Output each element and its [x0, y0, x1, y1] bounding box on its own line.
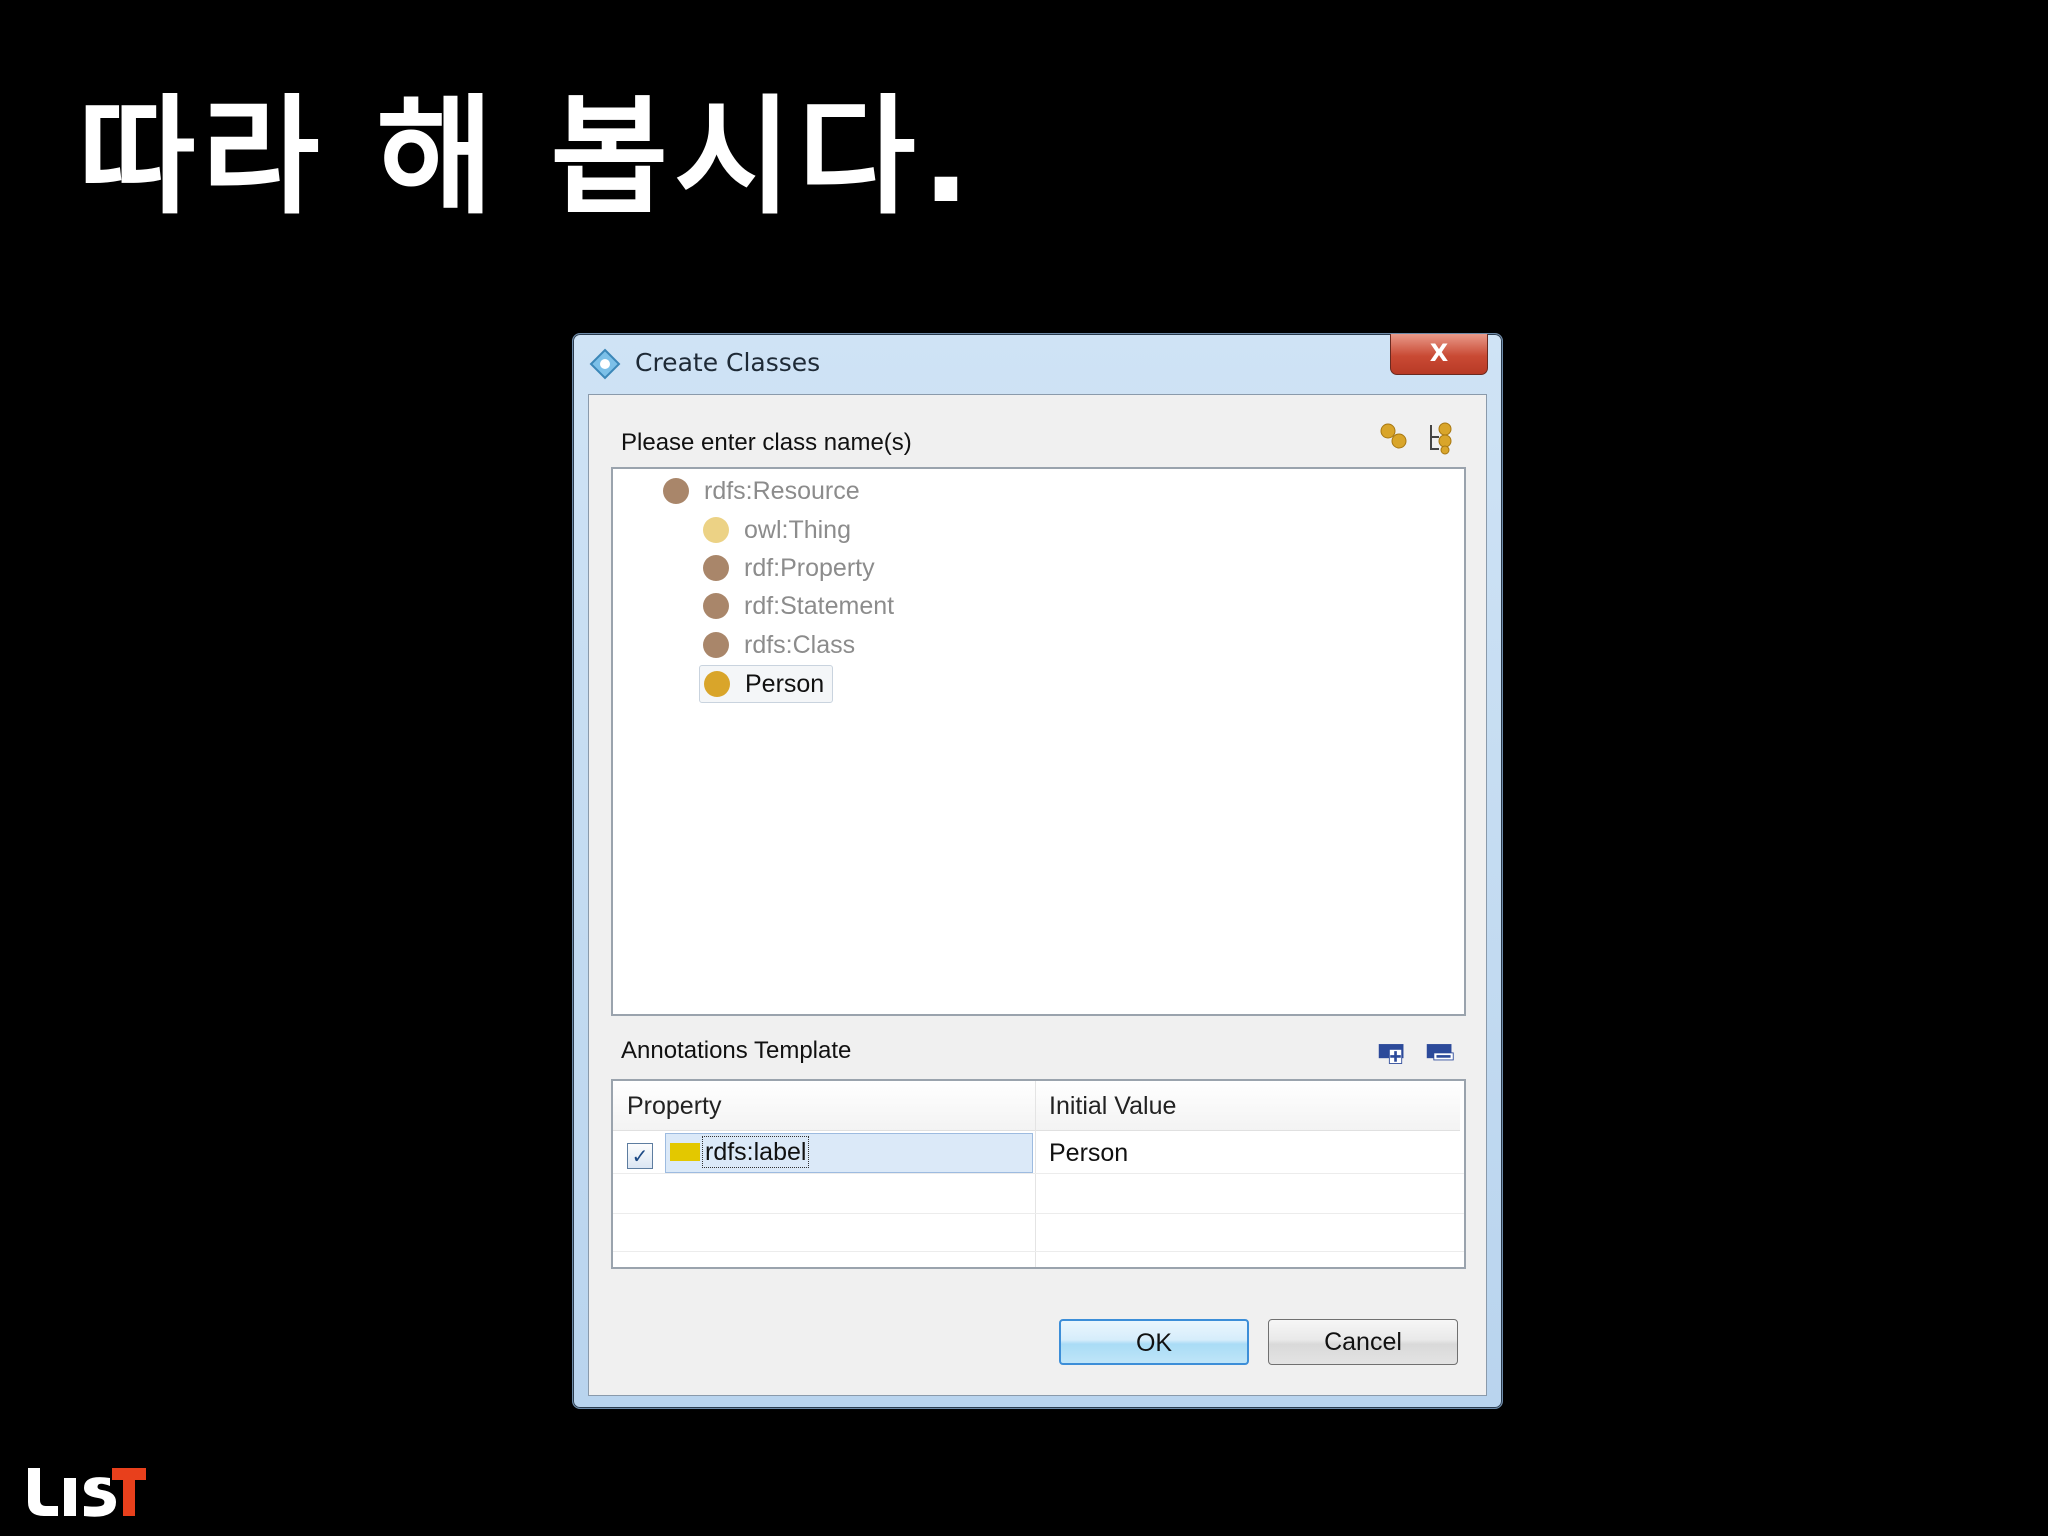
tree-node-label: Person	[745, 669, 825, 698]
add-sibling-class-icon[interactable]	[1379, 421, 1409, 455]
tree-node-person[interactable]: Person	[699, 665, 834, 703]
tree-node-rdf-statement[interactable]: rdf:Statement	[703, 588, 894, 624]
slide-title: 따라 해 봅시다.	[78, 83, 977, 232]
tree-node-label: rdfs:Resource	[704, 476, 860, 505]
column-header-initial-value[interactable]: Initial Value	[1035, 1081, 1460, 1131]
create-classes-dialog: Create Classes X Please enter class name…	[572, 333, 1503, 1409]
tree-node-owl-thing[interactable]: owl:Thing	[703, 512, 851, 548]
row-divider	[613, 1251, 1464, 1252]
property-color-swatch	[670, 1143, 700, 1161]
column-header-property[interactable]: Property	[613, 1081, 1035, 1131]
property-value: rdfs:label	[702, 1136, 810, 1168]
row-divider	[613, 1173, 1464, 1174]
class-icon	[704, 671, 730, 697]
annotations-template-label: Annotations Template	[621, 1037, 852, 1064]
tree-node-rdfs-class[interactable]: rdfs:Class	[703, 627, 855, 663]
ust-logo	[28, 1468, 146, 1517]
cancel-button[interactable]: Cancel	[1268, 1319, 1458, 1365]
tree-node-label: owl:Thing	[744, 515, 851, 544]
create-class-icon	[589, 348, 621, 380]
dialog-title: Create Classes	[635, 348, 821, 377]
class-icon	[703, 555, 729, 581]
dialog-content: Please enter class name(s) rdfs:Resource…	[588, 394, 1487, 1396]
class-icon	[703, 517, 729, 543]
annotations-table: Property Initial Value ✓ rdfs:label Pers…	[611, 1079, 1466, 1269]
tree-node-label: rdf:Property	[744, 553, 875, 582]
tree-node-rdf-property[interactable]: rdf:Property	[703, 550, 875, 586]
property-cell[interactable]: rdfs:label	[665, 1133, 1033, 1173]
row-divider	[613, 1213, 1464, 1214]
class-icon	[663, 478, 689, 504]
tree-node-label: rdfs:Class	[744, 630, 856, 659]
tree-node-label: rdf:Statement	[744, 591, 895, 620]
close-button[interactable]: X	[1390, 334, 1488, 375]
annotation-enabled-checkbox[interactable]: ✓	[627, 1143, 653, 1169]
ok-button[interactable]: OK	[1059, 1319, 1249, 1365]
column-separator	[1035, 1081, 1036, 1267]
dialog-titlebar[interactable]: Create Classes X	[573, 334, 1502, 392]
initial-value-cell[interactable]: Person	[1049, 1139, 1128, 1168]
add-subclass-icon[interactable]	[1425, 421, 1455, 455]
close-icon: X	[1429, 339, 1449, 367]
remove-annotation-icon[interactable]	[1425, 1035, 1455, 1069]
class-icon	[703, 593, 729, 619]
class-icon	[703, 632, 729, 658]
tree-node-rdfs-resource[interactable]: rdfs:Resource	[663, 473, 860, 509]
class-tree[interactable]: rdfs:Resource owl:Thing rdf:Property rdf…	[611, 467, 1466, 1016]
add-annotation-icon[interactable]	[1377, 1035, 1407, 1069]
class-name-label: Please enter class name(s)	[621, 429, 912, 456]
